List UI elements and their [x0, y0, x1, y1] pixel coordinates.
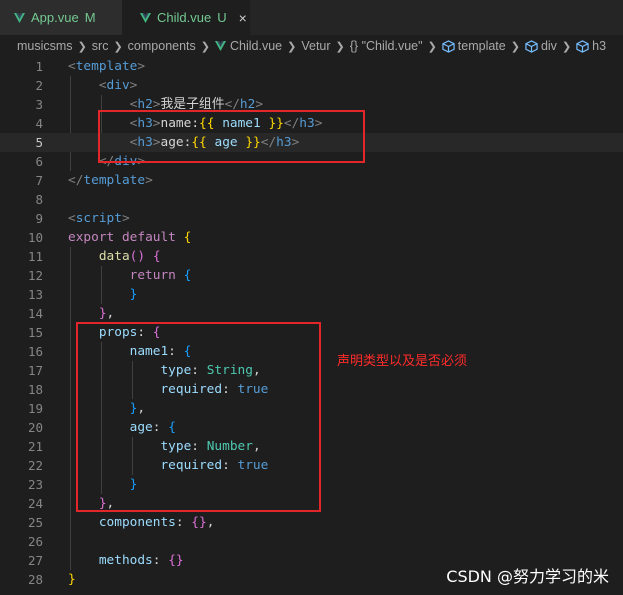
line-number: 12 [27, 268, 43, 283]
code-text: components: {}, [98, 515, 215, 530]
breadcrumb-label: musicsms [17, 39, 73, 53]
cube-icon [525, 39, 538, 53]
line-number: 16 [27, 344, 43, 359]
line-number: 4 [35, 116, 43, 131]
vue-file-icon [14, 12, 25, 23]
line-number: 28 [27, 572, 43, 587]
breadcrumb-label: Vetur [301, 39, 331, 53]
tab-child-vue[interactable]: Child.vue U × [122, 0, 250, 35]
code-text: return { [129, 268, 192, 283]
line-number: 1 [35, 59, 43, 74]
line-number: 20 [27, 420, 43, 435]
chevron-right-icon: ❯ [77, 40, 87, 53]
code-line[interactable]: 10 export default { [0, 228, 623, 247]
code-line[interactable]: 9 <script> [0, 209, 623, 228]
untracked-badge: U [217, 10, 227, 25]
line-number: 15 [27, 325, 43, 340]
line-number: 18 [27, 382, 43, 397]
breadcrumb-item[interactable]: template [442, 39, 506, 53]
line-number: 13 [27, 287, 43, 302]
code-text: <div> [98, 78, 138, 93]
breadcrumb-label: template [457, 39, 506, 53]
vue-file-icon [140, 12, 151, 23]
breadcrumb-label: Child.vue [230, 39, 283, 53]
line-number: 2 [35, 78, 43, 93]
cube-icon [576, 39, 589, 53]
code-line[interactable]: 11 data() { [0, 247, 623, 266]
code-text: methods: {} [98, 553, 184, 568]
line-number: 17 [27, 363, 43, 378]
chevron-right-icon: ❯ [200, 40, 210, 53]
line-number: 25 [27, 515, 43, 530]
line-number: 21 [27, 439, 43, 454]
breadcrumb-label: components [127, 39, 196, 53]
line-number: 9 [35, 211, 43, 226]
annotation-text: 声明类型以及是否必须 [337, 354, 468, 369]
line-number: 10 [27, 230, 43, 245]
line-number: 3 [35, 97, 43, 112]
chevron-right-icon: ❯ [335, 40, 345, 53]
tab-label: App.vue [31, 10, 79, 25]
editor-tab-bar: App.vue M Child.vue U × [0, 0, 623, 35]
breadcrumb-item[interactable]: musicsms [17, 39, 73, 53]
code-text: </template> [68, 173, 153, 188]
line-number: 8 [35, 192, 43, 207]
line-number: 5 [35, 135, 43, 150]
breadcrumb-label: div [540, 39, 557, 53]
chevron-right-icon: ❯ [561, 40, 572, 53]
cube-icon [442, 39, 455, 53]
tab-app-vue[interactable]: App.vue M [0, 0, 122, 35]
code-text: } [68, 572, 76, 587]
line-number: 26 [27, 534, 43, 549]
code-line[interactable]: 7 </template> [0, 171, 623, 190]
highlight-box-template [98, 110, 365, 163]
code-line[interactable]: 12 return { [0, 266, 623, 285]
line-number: 22 [27, 458, 43, 473]
vue-file-icon [215, 41, 226, 51]
code-editor[interactable]: 1 <template> 2 <div> 3 <h2>我是子组件</h2> 4 <h3>… [0, 57, 623, 595]
chevron-right-icon: ❯ [510, 40, 520, 53]
line-number: 14 [27, 306, 43, 321]
breadcrumb-item[interactable]: src [92, 39, 109, 53]
breadcrumb-item[interactable]: components [128, 39, 196, 53]
line-number: 7 [35, 173, 43, 188]
line-number: 11 [27, 249, 43, 264]
close-icon[interactable]: × [239, 10, 247, 26]
breadcrumb: musicsms ❯ src ❯ components ❯ Child.vue … [0, 35, 623, 57]
watermark: CSDN @努力学习的米 [446, 567, 609, 586]
breadcrumb-label: src [91, 39, 109, 53]
breadcrumb-label: h3 [592, 39, 607, 53]
highlight-box-props [76, 322, 321, 512]
chevron-right-icon: ❯ [287, 40, 297, 53]
code-text: <script> [68, 211, 130, 226]
line-number: 23 [27, 477, 43, 492]
breadcrumb-item[interactable]: {} "Child.vue" [350, 39, 423, 53]
line-number: 19 [27, 401, 43, 416]
line-number: 6 [35, 154, 43, 169]
code-text: data() { [98, 249, 161, 264]
chevron-right-icon: ❯ [427, 40, 437, 53]
code-text: export default { [68, 230, 192, 245]
code-line[interactable]: 1 <template> [0, 57, 623, 76]
code-line[interactable]: 25 components: {}, [0, 513, 623, 532]
breadcrumb-item[interactable]: Vetur [301, 39, 330, 53]
code-text: <template> [68, 59, 146, 74]
code-line[interactable]: 13 } [0, 285, 623, 304]
breadcrumb-item[interactable]: div [525, 39, 557, 53]
code-line[interactable]: 2 <div> [0, 76, 623, 95]
modified-badge: M [84, 10, 96, 25]
breadcrumb-label: {} "Child.vue" [349, 39, 423, 53]
code-line[interactable]: 14 }, [0, 304, 623, 323]
tab-label: Child.vue [157, 10, 212, 25]
code-text: }, [98, 306, 115, 321]
code-text: } [129, 287, 138, 302]
breadcrumb-item[interactable]: Child.vue [215, 39, 282, 53]
breadcrumb-item[interactable]: h3 [576, 39, 606, 53]
line-number: 27 [27, 553, 43, 568]
code-line[interactable]: 8 [0, 190, 623, 209]
chevron-right-icon: ❯ [113, 40, 123, 53]
line-number: 24 [27, 496, 43, 511]
code-line[interactable]: 26 [0, 532, 623, 551]
